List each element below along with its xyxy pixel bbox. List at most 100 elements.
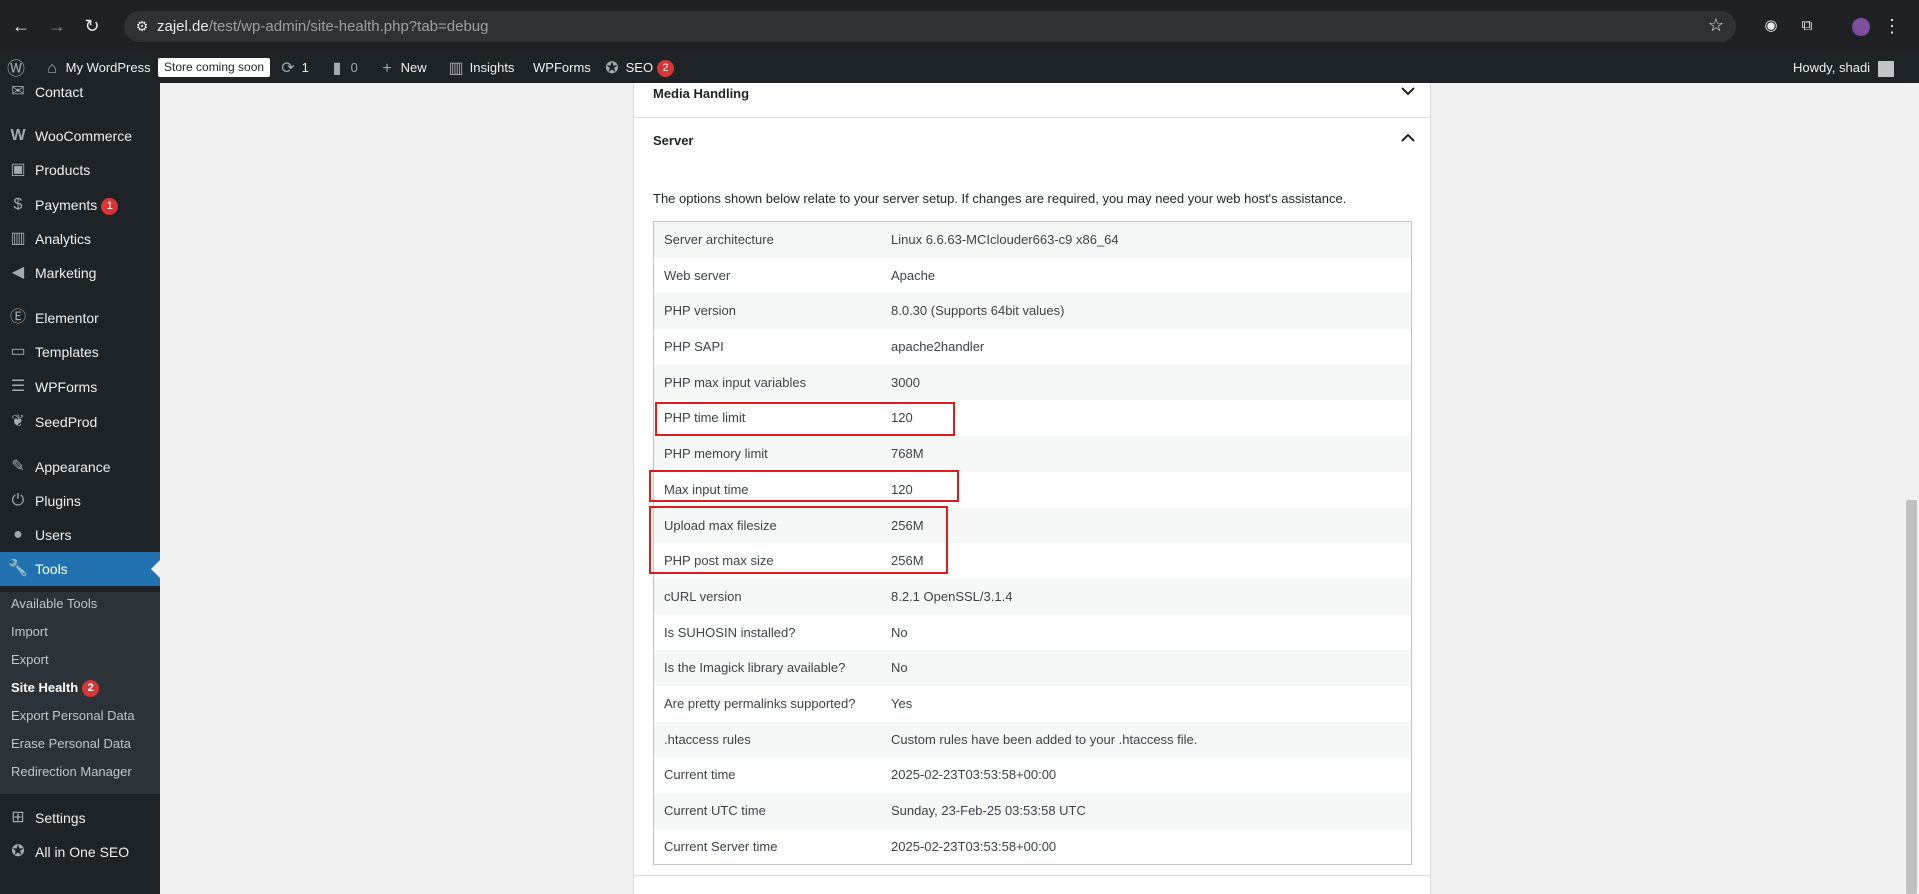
- row-value: Custom rules have been added to your .ht…: [891, 731, 1198, 747]
- aioseo-icon: ✪: [11, 843, 25, 860]
- table-row: Current UTC time Sunday, 23-Feb-25 03:53:…: [654, 793, 1411, 829]
- settings-icon: ⊞: [11, 809, 25, 826]
- submenu-import[interactable]: Import: [11, 621, 48, 643]
- elementor-icon: Ⓔ: [9, 309, 26, 326]
- row-value: Yes: [891, 695, 913, 711]
- menu-wpforms[interactable]: ☰ WPForms: [0, 370, 160, 404]
- archive-icon: ▣: [10, 161, 26, 178]
- table-row: .htaccess rules Custom rules have been ad…: [654, 721, 1411, 758]
- folder-icon: ▭: [10, 343, 26, 360]
- chevron-down-icon: [1401, 87, 1415, 96]
- browser-toolbar: ← → ↻ ⚙ zajel.de/test/wp-admin/site-heal…: [0, 0, 1919, 53]
- reload-icon[interactable]: ↻: [80, 14, 104, 38]
- menu-woocommerce[interactable]: W WooCommerce: [0, 119, 160, 153]
- row-value: apache2handler: [891, 339, 985, 355]
- row-key: Are pretty permalinks supported?: [664, 695, 856, 711]
- server-title: Server: [653, 133, 694, 148]
- submenu-export[interactable]: Export: [11, 649, 49, 671]
- row-key: Is SUHOSIN installed?: [664, 624, 796, 640]
- home-icon: ⌂: [47, 59, 57, 77]
- bookmark-star-icon[interactable]: ☆: [1708, 15, 1724, 36]
- howdy-user-link[interactable]: Howdy, shadi: [1793, 53, 1894, 83]
- back-arrow-icon[interactable]: ←: [9, 14, 33, 38]
- row-value: No: [891, 624, 908, 640]
- table-row: Current time 2025-02-23T03:53:58+00:00: [654, 757, 1411, 793]
- wpforms-link[interactable]: WPForms: [533, 53, 591, 83]
- row-key: .htaccess rules: [664, 731, 751, 747]
- submenu-redirection-manager[interactable]: Redirection Manager: [11, 761, 132, 783]
- forward-arrow-icon[interactable]: →: [45, 14, 69, 38]
- brush-icon: ✎: [11, 458, 25, 475]
- site-info-icon[interactable]: ⚙: [132, 16, 152, 36]
- wordpress-logo-icon[interactable]: Ⓦ: [6, 53, 26, 83]
- table-row: PHP SAPI apache2handler: [654, 329, 1411, 365]
- user-avatar-icon: [1877, 60, 1894, 77]
- menu-settings[interactable]: ⊞ Settings: [0, 801, 160, 835]
- row-value: Apache: [891, 267, 936, 283]
- row-key: PHP SAPI: [664, 339, 724, 355]
- row-key: Web server: [664, 267, 731, 283]
- dollar-icon: $: [13, 196, 23, 213]
- submenu-erase-personal-data[interactable]: Erase Personal Data: [11, 733, 131, 755]
- menu-seedprod[interactable]: ❦ SeedProd: [0, 405, 160, 439]
- panel-divider: [634, 875, 1430, 876]
- server-description: The options shown below relate to your s…: [653, 191, 1347, 206]
- profile-avatar[interactable]: [1849, 14, 1873, 38]
- browser-menu-icon[interactable]: ⋮: [1880, 14, 1904, 38]
- extensions-icon[interactable]: ⧉: [1795, 14, 1819, 38]
- aioseo-icon: ✪: [605, 59, 619, 77]
- server-accordion[interactable]: Server: [634, 118, 1430, 165]
- table-row: Web server Apache: [654, 258, 1411, 294]
- menu-appearance[interactable]: ✎ Appearance: [0, 450, 160, 484]
- menu-contact[interactable]: ✉ Contact: [0, 83, 160, 109]
- row-value: 3000: [891, 374, 920, 390]
- page-scrollbar-thumb[interactable]: [1906, 500, 1917, 894]
- highlight-max-input-time: [649, 470, 959, 502]
- menu-tools[interactable]: 🔧 Tools: [0, 552, 160, 586]
- store-coming-soon-badge[interactable]: Store coming soon: [158, 58, 271, 77]
- row-key: PHP version: [664, 303, 737, 319]
- menu-analytics[interactable]: ▥ Analytics: [0, 222, 160, 256]
- row-value: 768M: [891, 446, 924, 462]
- menu-templates[interactable]: ▭ Templates: [0, 335, 160, 369]
- table-row: Current Server time 2025-02-23T03:53:58+0…: [654, 829, 1411, 865]
- menu-products[interactable]: ▣ Products: [0, 153, 160, 187]
- media-handling-accordion[interactable]: Media Handling: [634, 71, 1430, 118]
- row-value: 8.0.30 (Supports 64bit values): [891, 303, 1065, 319]
- submenu-site-health[interactable]: Site Health 2: [11, 677, 100, 699]
- menu-users[interactable]: ● Users: [0, 518, 160, 552]
- wrench-icon: 🔧: [8, 560, 28, 577]
- admin-sidebar: ✉ Contact W WooCommerce ▣ Products $ Payment…: [0, 83, 160, 894]
- row-key: PHP max input variables: [664, 374, 807, 390]
- address-bar[interactable]: ⚙ zajel.de/test/wp-admin/site-health.php…: [124, 11, 1736, 42]
- refresh-icon: ⟳: [281, 59, 295, 77]
- table-row: PHP max input variables 3000: [654, 364, 1411, 401]
- table-row: PHP memory limit 768M: [654, 436, 1411, 472]
- payments-count-badge: 1: [101, 197, 119, 215]
- updates-link[interactable]: ⟳ 1: [278, 53, 309, 83]
- row-key: Current UTC time: [664, 803, 766, 818]
- row-key: Current time: [664, 767, 736, 783]
- menu-all-in-one-seo[interactable]: ✪ All in One SEO: [0, 835, 160, 869]
- menu-payments[interactable]: $ Payments 1: [0, 188, 160, 222]
- row-key: Current Server time: [664, 838, 778, 854]
- woocommerce-icon: W: [10, 127, 26, 144]
- table-row: Server architecture Linux 6.6.63-MCIcloud…: [654, 222, 1411, 258]
- row-key: cURL version: [664, 588, 742, 604]
- plug-icon: ⏻: [11, 492, 25, 509]
- site-name-link[interactable]: ⌂ My WordPress: [42, 53, 150, 83]
- user-icon: ●: [13, 526, 23, 543]
- submenu-export-personal-data[interactable]: Export Personal Data: [11, 705, 135, 727]
- camera-icon[interactable]: ◉: [1759, 14, 1783, 38]
- menu-plugins[interactable]: ⏻ Plugins: [0, 484, 160, 518]
- highlight-php-time-limit: [655, 402, 955, 436]
- table-row: Are pretty permalinks supported? Yes: [654, 686, 1411, 722]
- comments-link[interactable]: ▮ 0: [327, 53, 358, 83]
- menu-marketing[interactable]: ◀ Marketing: [0, 256, 160, 290]
- url-text[interactable]: zajel.de/test/wp-admin/site-health.php?t…: [157, 18, 488, 35]
- menu-elementor[interactable]: Ⓔ Elementor: [0, 301, 160, 335]
- new-content-link[interactable]: + New: [377, 53, 426, 83]
- submenu-available-tools[interactable]: Available Tools: [11, 593, 97, 615]
- row-value: Linux 6.6.63-MCIclouder663-c9 x86_64: [891, 232, 1119, 247]
- insights-link[interactable]: ▥ Insights: [446, 53, 514, 83]
